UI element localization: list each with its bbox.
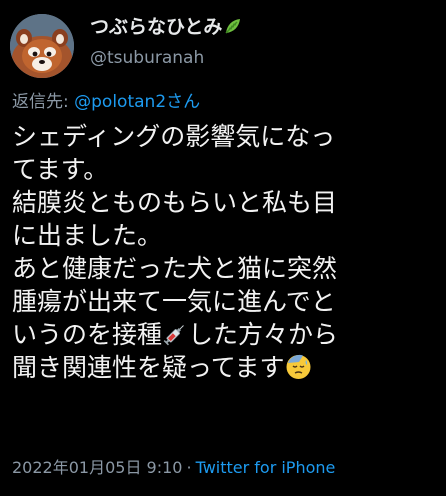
tweet-meta: 2022年01月05日 9:10 · Twitter for iPhone — [12, 458, 335, 478]
sad-sweat-face-icon — [285, 353, 312, 388]
display-name[interactable]: つぶらなひとみ — [90, 16, 243, 41]
herb-leaf-icon — [223, 16, 243, 41]
tweet-line: に出ました。 — [12, 221, 163, 250]
tweet-line: いうのを接種 した方々から — [12, 318, 438, 351]
tweet-line-part: いうのを接種 — [12, 320, 163, 349]
tweet-line-part: した方々から — [188, 320, 339, 349]
tweet-source-link[interactable]: Twitter for iPhone — [196, 458, 336, 477]
tweet-line: 聞き関連性を疑ってます — [12, 351, 438, 384]
reply-prefix: 返信先: — [12, 92, 69, 112]
tweet-card: つぶらなひとみ @tsuburanah 返信先: @polotan2さん シェデ… — [0, 0, 446, 496]
tweet-line: シェディングの影響気になっ — [12, 122, 336, 151]
tweet-text: シェディングの影響気になっ てます。 結膜炎とものもらいと私も目 に出ました。 … — [12, 120, 438, 384]
avatar[interactable] — [10, 14, 74, 78]
tweet-line: 腫瘍が出来て一気に進んでと — [12, 287, 336, 316]
user-handle[interactable]: @tsuburanah — [90, 48, 204, 68]
display-name-text: つぶらなひとみ — [90, 16, 223, 38]
syringe-icon — [162, 321, 188, 355]
reply-to: 返信先: @polotan2さん — [12, 92, 200, 112]
tweet-timestamp[interactable]: 2022年01月05日 9:10 — [12, 458, 182, 477]
meta-separator: · — [186, 458, 192, 477]
tweet-line-part: 聞き関連性を疑ってます — [12, 353, 285, 382]
tweet-line: てます。 — [12, 155, 109, 184]
tweet-line: あと健康だった犬と猫に突然 — [12, 254, 338, 283]
reply-user-link[interactable]: @polotan2さん — [74, 92, 200, 112]
tweet-line: 結膜炎とものもらいと私も目 — [12, 188, 338, 217]
red-panda-avatar-icon — [10, 14, 74, 78]
